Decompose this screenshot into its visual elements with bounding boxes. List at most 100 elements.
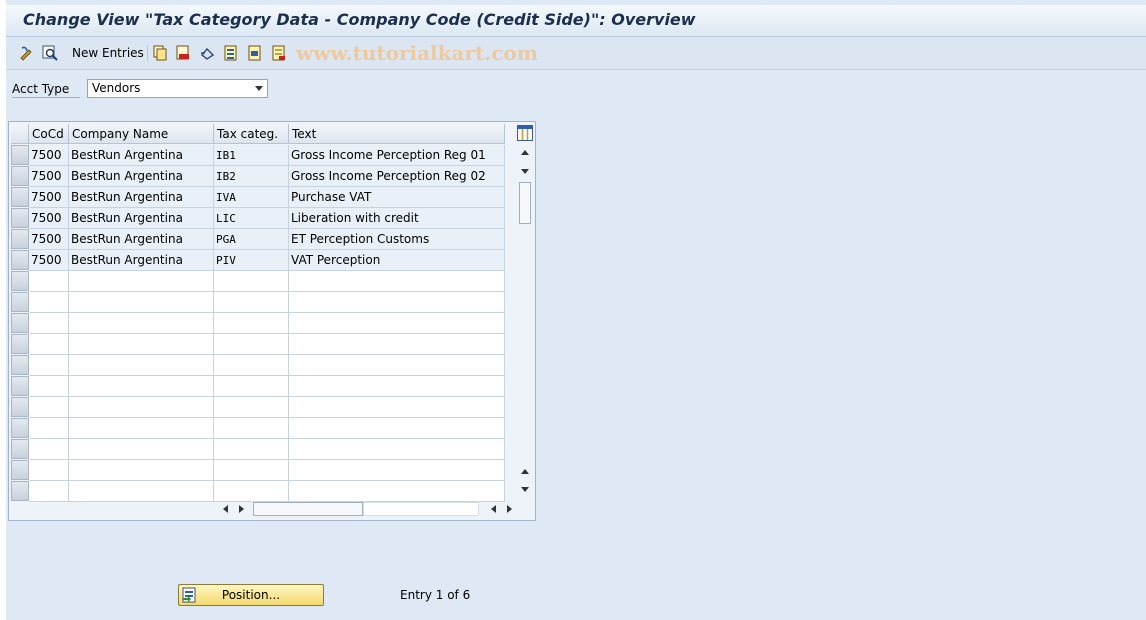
select-all-rows-header[interactable] <box>11 124 29 144</box>
table-cell[interactable]: ET Perception Customs <box>289 229 505 250</box>
position-button[interactable]: Position... <box>178 584 324 606</box>
row-selector[interactable] <box>11 397 29 417</box>
table-row[interactable] <box>9 418 505 439</box>
table-cell <box>29 355 69 376</box>
table-row[interactable]: 7500 BestRun Argentina PIV VAT Perception <box>9 250 505 271</box>
vertical-scroll-thumb[interactable] <box>519 182 531 224</box>
table-cell[interactable]: Liberation with credit <box>289 208 505 229</box>
row-selector[interactable] <box>11 250 29 270</box>
acct-type-dropdown[interactable]: Vendors <box>87 79 268 98</box>
horizontal-scrollbar[interactable] <box>215 502 515 516</box>
table-row[interactable]: 7500 BestRun Argentina IVA Purchase VAT <box>9 187 505 208</box>
table-row[interactable] <box>9 292 505 313</box>
row-selector[interactable] <box>11 271 29 291</box>
row-selector[interactable] <box>11 418 29 438</box>
row-selector[interactable] <box>11 187 29 207</box>
toolbar-separator <box>147 45 148 61</box>
new-entries-button[interactable]: New Entries <box>72 46 144 60</box>
display-change-icon[interactable] <box>18 44 36 62</box>
row-selector[interactable] <box>11 355 29 375</box>
table-cell[interactable]: 7500 <box>29 250 69 271</box>
table-row[interactable]: 7500 BestRun Argentina LIC Liberation with … <box>9 208 505 229</box>
scroll-down-icon[interactable] <box>521 169 529 174</box>
table-cell[interactable]: Gross Income Perception Reg 02 <box>289 166 505 187</box>
row-selector[interactable] <box>11 145 29 165</box>
row-selector[interactable] <box>11 334 29 354</box>
table-cell[interactable]: VAT Perception <box>289 250 505 271</box>
table-cell[interactable]: LIC <box>214 208 289 229</box>
table-row[interactable]: 7500 BestRun Argentina IB1 Gross Income Per… <box>9 145 505 166</box>
row-selector[interactable] <box>11 166 29 186</box>
table-row[interactable] <box>9 439 505 460</box>
scroll-right-icon[interactable] <box>239 505 244 513</box>
table-cell[interactable]: BestRun Argentina <box>69 166 214 187</box>
column-header-company-name[interactable]: Company Name <box>69 124 214 144</box>
table-settings-icon[interactable] <box>517 125 533 141</box>
table-cell[interactable]: 7500 <box>29 166 69 187</box>
table-row[interactable] <box>9 271 505 292</box>
copy-icon[interactable] <box>151 44 169 62</box>
table-cell[interactable]: Purchase VAT <box>289 187 505 208</box>
vertical-scrollbar[interactable] <box>517 144 533 496</box>
scroll-up-icon[interactable] <box>521 150 529 155</box>
table-cell[interactable]: IVA <box>214 187 289 208</box>
column-header-tax-categ[interactable]: Tax categ. <box>214 124 289 144</box>
table-cell <box>289 334 505 355</box>
table-row[interactable] <box>9 334 505 355</box>
table-cell[interactable]: 7500 <box>29 229 69 250</box>
column-header-cocd[interactable]: CoCd <box>29 124 69 144</box>
deselect-all-icon[interactable] <box>270 44 288 62</box>
row-selector[interactable] <box>11 313 29 333</box>
table-cell[interactable]: BestRun Argentina <box>69 187 214 208</box>
row-selector[interactable] <box>11 376 29 396</box>
table-control: CoCd Company Name Tax categ. Text 7500 Be… <box>8 121 536 521</box>
table-cell[interactable]: 7500 <box>29 187 69 208</box>
table-cell[interactable]: 7500 <box>29 208 69 229</box>
row-selector[interactable] <box>11 229 29 249</box>
table-cell[interactable]: BestRun Argentina <box>69 250 214 271</box>
table-row[interactable] <box>9 313 505 334</box>
scroll-page-up-icon[interactable] <box>521 469 529 474</box>
column-header-text[interactable]: Text <box>289 124 505 144</box>
table-row[interactable] <box>9 397 505 418</box>
table-row[interactable]: 7500 BestRun Argentina IB2 Gross Income Per… <box>9 166 505 187</box>
scroll-left-icon[interactable] <box>223 505 228 513</box>
row-selector[interactable] <box>11 481 29 501</box>
table-cell <box>214 313 289 334</box>
scroll-far-right-icon[interactable] <box>507 505 512 513</box>
table-row[interactable] <box>9 355 505 376</box>
table-cell[interactable]: Gross Income Perception Reg 01 <box>289 145 505 166</box>
table-cell <box>29 397 69 418</box>
table-cell[interactable]: IB1 <box>214 145 289 166</box>
table-cell <box>214 334 289 355</box>
table-cell[interactable]: PIV <box>214 250 289 271</box>
chevron-down-icon[interactable] <box>255 86 263 91</box>
table-cell[interactable]: IB2 <box>214 166 289 187</box>
undo-icon[interactable] <box>198 44 216 62</box>
table-cell[interactable]: PGA <box>214 229 289 250</box>
table-row[interactable] <box>9 481 505 502</box>
table-row[interactable] <box>9 460 505 481</box>
row-selector[interactable] <box>11 292 29 312</box>
table-cell <box>214 376 289 397</box>
table-cell[interactable]: BestRun Argentina <box>69 145 214 166</box>
table-cell[interactable]: BestRun Argentina <box>69 208 214 229</box>
row-selector[interactable] <box>11 208 29 228</box>
table-cell <box>29 460 69 481</box>
select-block-icon[interactable] <box>246 44 264 62</box>
table-cell[interactable]: BestRun Argentina <box>69 229 214 250</box>
table-cell <box>289 481 505 502</box>
table-cell <box>69 334 214 355</box>
table-row[interactable]: 7500 BestRun Argentina PGA ET Perception Cu… <box>9 229 505 250</box>
horizontal-scroll-track <box>363 502 479 516</box>
horizontal-scroll-thumb[interactable] <box>253 502 363 516</box>
table-row[interactable] <box>9 376 505 397</box>
find-icon[interactable] <box>41 44 59 62</box>
delete-icon[interactable] <box>174 44 192 62</box>
scroll-far-left-icon[interactable] <box>491 505 496 513</box>
table-cell[interactable]: 7500 <box>29 145 69 166</box>
row-selector[interactable] <box>11 439 29 459</box>
row-selector[interactable] <box>11 460 29 480</box>
select-all-icon[interactable] <box>222 44 240 62</box>
scroll-page-down-icon[interactable] <box>521 487 529 492</box>
